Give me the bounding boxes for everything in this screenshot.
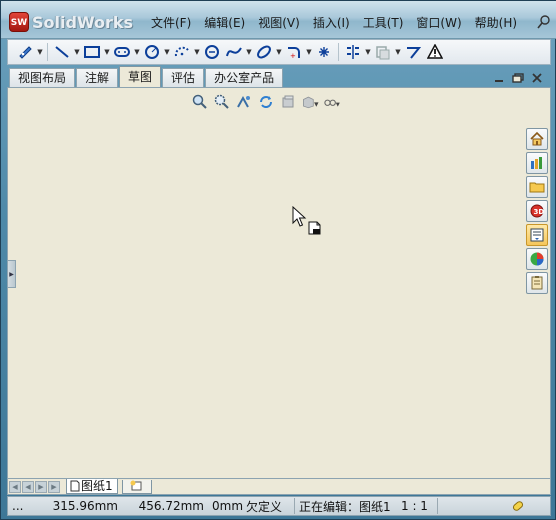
spline-icon[interactable] [223,42,245,62]
warning-icon[interactable] [424,42,446,62]
menu-help[interactable]: 帮助(H) [470,14,522,31]
tab-annotation[interactable]: 注解 [76,68,119,87]
menu-tools[interactable]: 工具(T) [358,14,409,31]
zoom-to-area-icon[interactable] [213,93,231,111]
fillet-icon[interactable]: + [283,42,305,62]
line-icon[interactable] [51,42,73,62]
arc-icon[interactable] [171,42,193,62]
mirror-icon[interactable] [342,42,364,62]
rebuild-icon[interactable] [257,93,275,111]
tab-evaluate[interactable]: 评估 [162,68,205,87]
toolbar-separator [338,43,339,61]
sketch-toolbar: ▼ ▼ ▼ ▼ ▼ ▼ ▼ ▼ + ▼ ▼ ▼ [7,39,551,65]
view-orientation-icon[interactable] [279,93,297,111]
rectangle-dropdown[interactable]: ▼ [103,42,111,62]
first-sheet-icon[interactable]: ◀ [9,480,21,493]
point-icon[interactable] [313,42,335,62]
expand-arrow-icon: ▶ [9,270,14,278]
rebuild-status-icon[interactable] [506,498,550,514]
status-z-coord: 0mm [212,499,244,513]
status-y-coord: 456.72mm [138,499,204,513]
previous-view-icon[interactable] [235,93,253,111]
spline-dropdown[interactable]: ▼ [245,42,253,62]
status-prefix: ... [12,499,24,513]
status-sketch-state: 欠定义 [246,499,283,514]
slot-dropdown[interactable]: ▼ [133,42,141,62]
fillet-dropdown[interactable]: ▼ [305,42,313,62]
add-sheet-button[interactable] [121,479,152,494]
menu-window[interactable]: 窗口(W) [411,14,466,31]
next-sheet-icon[interactable]: ▶ [35,480,47,493]
smart-dimension-icon[interactable] [14,42,36,62]
slot-icon[interactable] [111,42,133,62]
sheet-tab-bar: ◀ ◀ ▶ ▶ 图纸1 [7,479,551,495]
close-icon[interactable] [532,73,542,83]
view-palette-icon[interactable] [526,224,548,246]
app-logo-badge: SW [9,12,29,32]
restore-icon[interactable] [512,73,524,83]
polygon-icon[interactable] [201,42,223,62]
app-logo: SW SolidWorks [9,10,133,34]
sheet-icon [69,480,81,492]
document-window-controls [494,73,542,83]
menu-view[interactable]: 视图(V) [253,14,305,31]
zoom-to-fit-icon[interactable] [191,93,209,111]
menu-file[interactable]: 文件(F) [146,14,196,31]
status-editing: 正在编辑：图纸1 [299,499,391,514]
task-pane-tabs: 3D [526,128,548,294]
toolbar-separator [47,43,48,61]
menu-edit[interactable]: 编辑(E) [199,14,250,31]
heads-up-toolbar: ▼ ▼ [191,93,341,111]
hide-show-items-icon[interactable]: ▼ [323,93,341,111]
svg-text:3D: 3D [534,208,545,216]
mirror-dropdown[interactable]: ▼ [364,42,372,62]
circle-icon[interactable] [141,42,163,62]
arc-dropdown[interactable]: ▼ [193,42,201,62]
svg-text:+: + [290,52,296,60]
menu-bar: SW SolidWorks 文件(F) 编辑(E) 视图(V) 插入(I) 工具… [1,1,556,39]
display-style-icon[interactable]: ▼ [301,93,319,111]
offset-dropdown[interactable]: ▼ [394,42,402,62]
custom-properties-icon[interactable] [526,272,548,294]
svg-text:▼: ▼ [314,102,319,108]
app-title: SolidWorks [32,12,134,32]
ellipse-dropdown[interactable]: ▼ [275,42,283,62]
tab-office-products[interactable]: 办公室产品 [205,68,284,87]
app-window: SW SolidWorks 文件(F) 编辑(E) 视图(V) 插入(I) 工具… [0,0,556,520]
line-dropdown[interactable]: ▼ [73,42,81,62]
status-scale: 1 : 1 [401,499,428,513]
trim-icon[interactable] [402,42,424,62]
search-results-icon[interactable]: 3D [526,200,548,222]
dimension-dropdown[interactable]: ▼ [36,42,44,62]
prev-sheet-icon[interactable]: ◀ [22,480,34,493]
tab-sketch[interactable]: 草图 [119,66,162,87]
status-separator [437,498,438,514]
design-library-icon[interactable] [526,152,548,174]
tab-view-layout[interactable]: 视图布局 [9,68,76,87]
home-icon[interactable] [526,128,548,150]
menu-insert[interactable]: 插入(I) [308,14,355,31]
circle-dropdown[interactable]: ▼ [163,42,171,62]
feature-manager-toggle[interactable]: ▶ [8,260,16,288]
sheet-tab-label: 图纸1 [81,479,113,493]
minimize-icon[interactable] [494,73,504,83]
drawing-canvas[interactable]: ▼ ▼ ▶ 3D [7,73,551,479]
file-explorer-icon[interactable] [526,176,548,198]
ellipse-icon[interactable] [253,42,275,62]
svg-text:▼: ▼ [336,102,341,108]
status-bar: ... 315.96mm 456.72mm 0mm 欠定义 正在编辑：图纸1 1… [7,496,551,516]
mouse-cursor [292,206,326,240]
command-manager-tabs: 视图布局 注解 草图 评估 办公室产品 [7,66,551,87]
status-x-coord: 315.96mm [52,499,118,513]
offset-icon[interactable] [372,42,394,62]
add-sheet-icon [129,480,145,492]
rectangle-icon[interactable] [81,42,103,62]
appearances-icon[interactable] [526,248,548,270]
sheet-tab[interactable]: 图纸1 [66,479,118,494]
pin-icon[interactable] [537,15,551,29]
last-sheet-icon[interactable]: ▶ [48,480,60,493]
main-menu: 文件(F) 编辑(E) 视图(V) 插入(I) 工具(T) 窗口(W) 帮助(H… [146,14,525,31]
